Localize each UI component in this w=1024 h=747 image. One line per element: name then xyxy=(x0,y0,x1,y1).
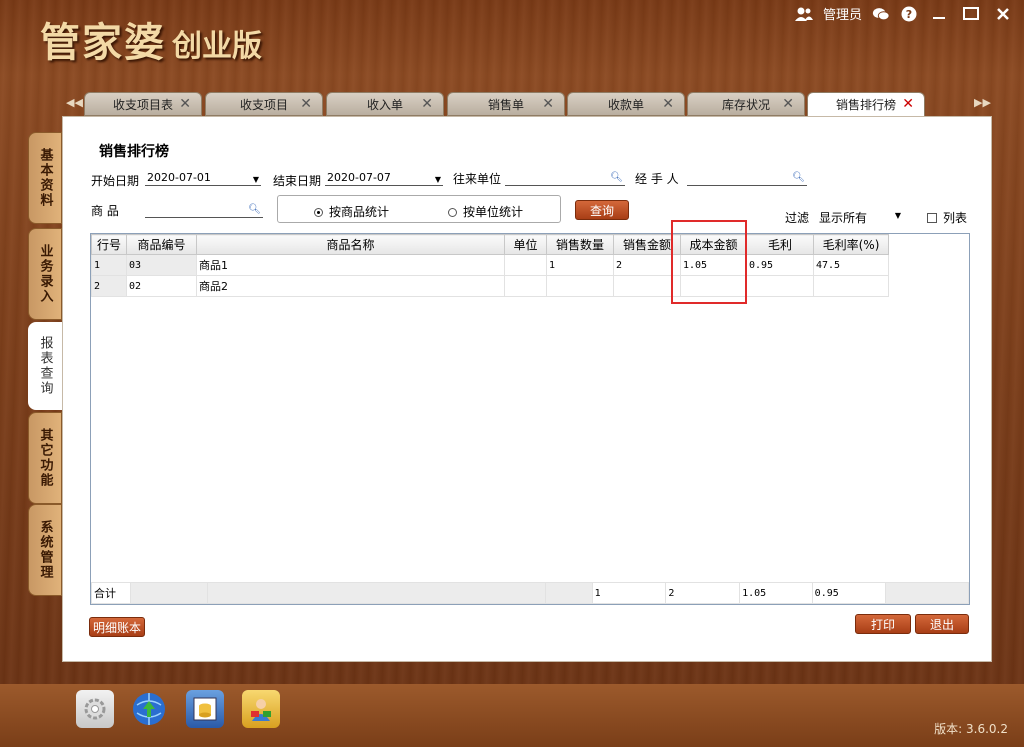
chevron-down-icon[interactable]: ▼ xyxy=(435,172,441,187)
col-gross-profit[interactable]: 毛利 xyxy=(746,234,814,255)
radio-by-product[interactable]: 按商品统计 xyxy=(314,203,389,220)
sidebar-tab-other-functions[interactable]: 其它功能 xyxy=(28,412,62,504)
help-icon[interactable]: ? xyxy=(900,5,918,23)
chevron-down-icon[interactable]: ▼ xyxy=(895,211,901,220)
product-label: 商 品 xyxy=(91,204,119,218)
minimize-button[interactable] xyxy=(928,5,950,23)
version-label: 版本: 3.6.0.2 xyxy=(934,722,1008,736)
tab-sales-bill[interactable]: 销售单 ✕ xyxy=(447,92,565,116)
start-date-field[interactable]: 2020-07-01 ▼ xyxy=(145,170,261,186)
filter-select[interactable]: 显示所有 ▼ xyxy=(819,209,901,226)
end-date-label: 结束日期 xyxy=(273,174,322,188)
col-row-no[interactable]: 行号 xyxy=(91,234,127,255)
sidebar-tab-basic-data[interactable]: 基本资料 xyxy=(28,132,62,224)
handler-label: 经 手 人 xyxy=(635,172,679,186)
col-product-name[interactable]: 商品名称 xyxy=(196,234,505,255)
user-switch-icon[interactable] xyxy=(242,690,280,728)
close-tab-icon[interactable]: ✕ xyxy=(179,96,191,112)
tab-inventory[interactable]: 库存状况 ✕ xyxy=(687,92,805,116)
chevron-down-icon[interactable]: ▼ xyxy=(253,172,259,187)
radio-selected-icon xyxy=(314,208,323,217)
col-gross-margin[interactable]: 毛利率(%) xyxy=(813,234,889,255)
sidebar-tab-system-management[interactable]: 系统管理 xyxy=(28,504,62,596)
table-header-row: 行号 商品编号 商品名称 单位 销售数量 销售金额 成本金额 毛利 毛利率(%) xyxy=(91,234,889,255)
globe-update-icon[interactable] xyxy=(130,690,168,728)
col-unit[interactable]: 单位 xyxy=(504,234,547,255)
tab-income-bill[interactable]: 收入单 ✕ xyxy=(326,92,444,116)
close-window-button[interactable] xyxy=(992,5,1014,23)
page-title: 销售排行榜 xyxy=(99,144,169,160)
table-total-row: 合计 1 2 1.05 0.95 xyxy=(91,582,969,604)
svg-text:?: ? xyxy=(906,8,912,21)
print-button[interactable]: 打印 xyxy=(855,614,911,634)
radio-by-unit[interactable]: 按单位统计 xyxy=(448,203,523,220)
col-product-code[interactable]: 商品编号 xyxy=(126,234,197,255)
tab-receipt-bill[interactable]: 收款单 ✕ xyxy=(567,92,685,116)
sidebar-tab-report-query[interactable]: 报表查询 xyxy=(28,322,62,410)
radio-unselected-icon xyxy=(448,208,457,217)
table-row[interactable]: 1 03 商品1 1 2 1.05 0.95 47.5 xyxy=(91,254,889,276)
col-sales-qty[interactable]: 销售数量 xyxy=(546,234,614,255)
query-button[interactable]: 查询 xyxy=(575,200,629,220)
document-tabs: 收支项目表 ✕ 收支项目 ✕ 收入单 ✕ 销售单 ✕ 收款单 ✕ 库存状况 ✕ 销售排行榜 ✕ xyxy=(64,92,994,116)
stat-mode-group: 按商品统计 按单位统计 xyxy=(277,195,561,223)
close-tab-icon[interactable]: ✕ xyxy=(902,96,914,112)
product-field[interactable]: 🔍︎ xyxy=(145,202,263,218)
tab-sales-ranking[interactable]: 销售排行榜 ✕ xyxy=(807,92,925,116)
user-icon xyxy=(794,5,813,23)
user-label[interactable]: 管理员 xyxy=(823,4,862,23)
maximize-button[interactable] xyxy=(960,5,982,23)
exit-button[interactable]: 退出 xyxy=(915,614,969,634)
sidebar-tab-business-entry[interactable]: 业务录入 xyxy=(28,228,62,320)
database-backup-icon[interactable] xyxy=(186,690,224,728)
title-bar-controls: 管理员 ? xyxy=(794,4,1014,23)
partner-label: 往来单位 xyxy=(453,172,502,186)
tab-income-expense-list[interactable]: 收支项目表 ✕ xyxy=(84,92,202,116)
settings-icon[interactable] xyxy=(76,690,114,728)
list-checkbox[interactable]: 列表 xyxy=(927,209,967,226)
close-tab-icon[interactable]: ✕ xyxy=(300,96,312,112)
close-tab-icon[interactable]: ✕ xyxy=(782,96,794,112)
app-logo: 管家婆 创业版 xyxy=(40,19,262,66)
partner-field[interactable]: 🔍︎ xyxy=(505,170,625,186)
tab-income-expense[interactable]: 收支项目 ✕ xyxy=(205,92,323,116)
wechat-icon[interactable] xyxy=(872,5,890,23)
report-panel: 销售排行榜 开始日期 2020-07-01 ▼ 结束日期 2020-07-07 ▼ … xyxy=(62,116,992,662)
table-row[interactable]: 2 02 商品2 xyxy=(91,275,889,297)
close-tab-icon[interactable]: ✕ xyxy=(662,96,674,112)
close-tab-icon[interactable]: ✕ xyxy=(542,96,554,112)
checkbox-icon[interactable] xyxy=(927,213,937,223)
start-date-label: 开始日期 xyxy=(91,174,140,188)
detail-ledger-button[interactable]: 明细账本 xyxy=(89,617,145,637)
end-date-field[interactable]: 2020-07-07 ▼ xyxy=(325,170,443,186)
handler-field[interactable]: 🔍︎ xyxy=(687,170,807,186)
app-window: 管家婆 创业版 管理员 ? ◀◀ ▶▶ 收支项目表 ✕ 收支项目 ✕ 收入单 ✕ 销售单… xyxy=(0,0,1024,747)
search-icon[interactable]: 🔍︎ xyxy=(792,170,805,185)
search-icon[interactable]: 🔍︎ xyxy=(248,202,261,217)
search-icon[interactable]: 🔍︎ xyxy=(610,170,623,185)
highlight-box xyxy=(671,220,747,304)
close-tab-icon[interactable]: ✕ xyxy=(421,96,433,112)
sales-ranking-table: 行号 商品编号 商品名称 单位 销售数量 销售金额 成本金额 毛利 毛利率(%)… xyxy=(90,233,970,605)
filter-label: 过滤 xyxy=(785,211,810,225)
